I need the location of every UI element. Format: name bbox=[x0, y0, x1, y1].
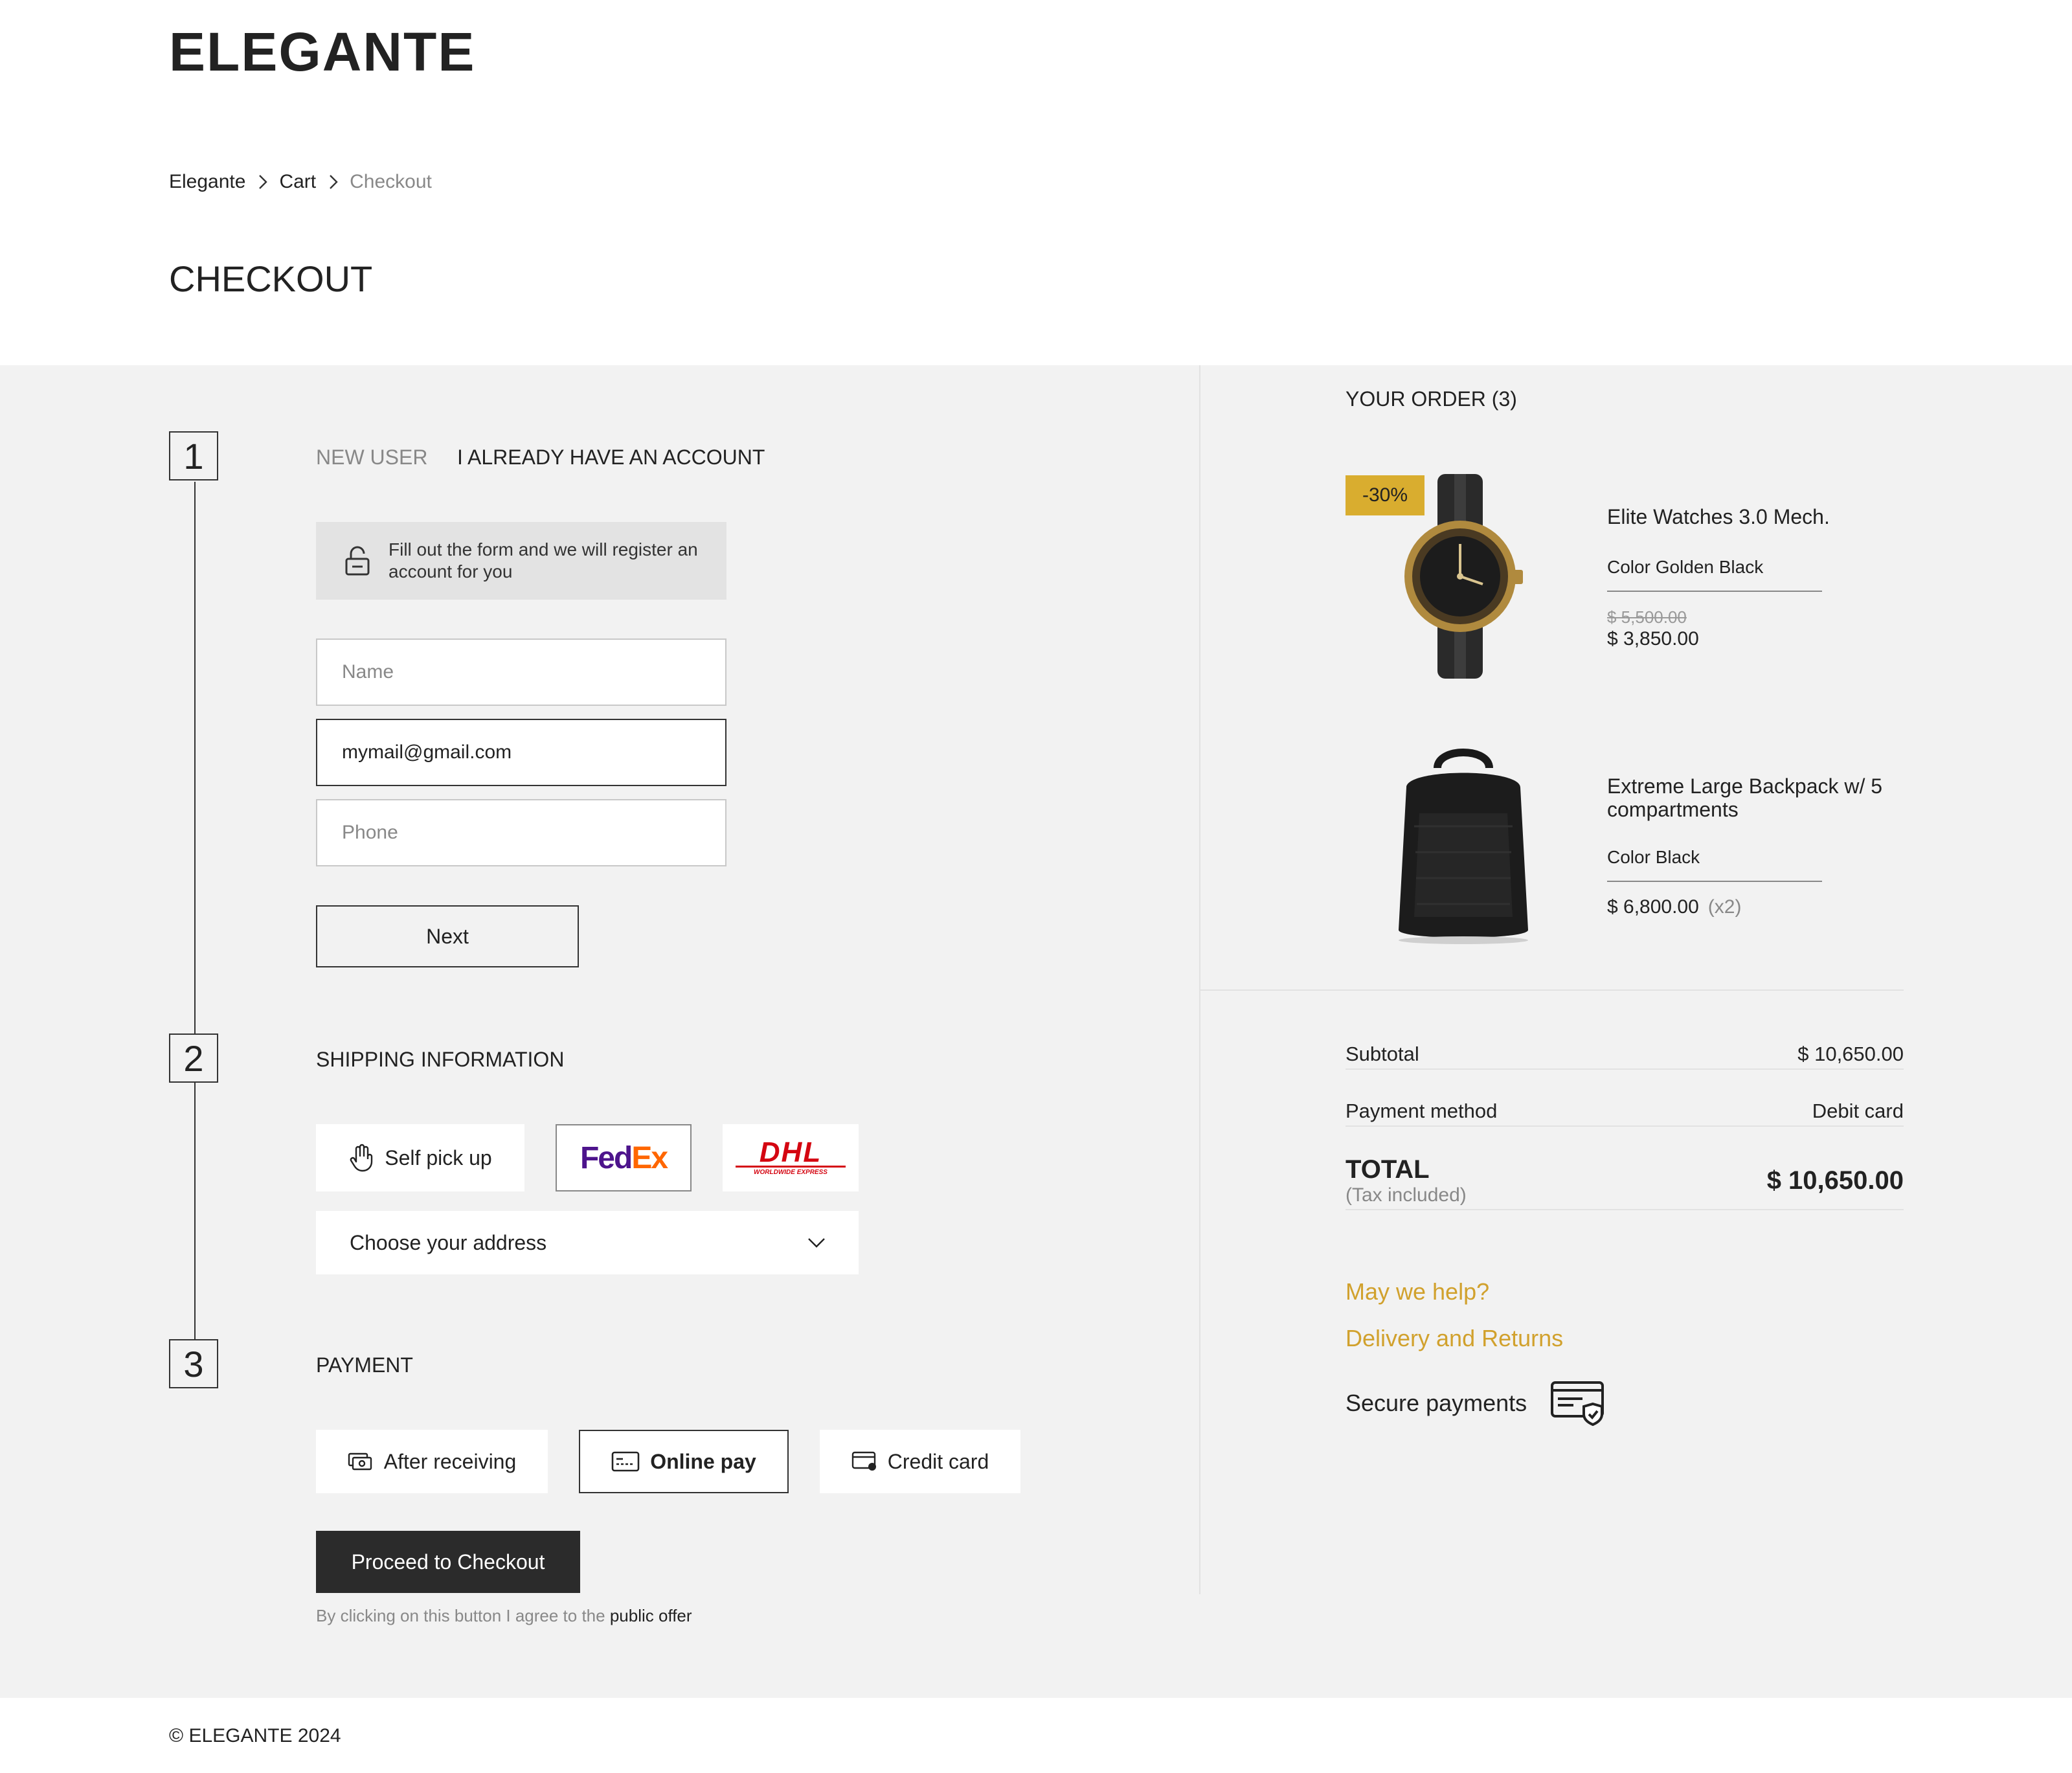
step-connector bbox=[194, 1083, 196, 1339]
payment-option-credit-card[interactable]: Credit card bbox=[820, 1430, 1020, 1493]
secure-card-icon bbox=[1551, 1381, 1605, 1426]
payment-option-after-receiving[interactable]: After receiving bbox=[316, 1430, 548, 1493]
payment-method-label: Payment method bbox=[1346, 1100, 1498, 1122]
proceed-to-checkout-button[interactable]: Proceed to Checkout bbox=[316, 1531, 580, 1593]
product-color: Color Black bbox=[1607, 847, 1822, 882]
fedex-logo-ex: Ex bbox=[631, 1140, 668, 1175]
column-divider bbox=[1199, 365, 1200, 1594]
address-select-value: Choose your address bbox=[350, 1230, 547, 1254]
total-row: TOTAL (Tax included) $ 10,650.00 bbox=[1346, 1155, 1904, 1210]
tab-have-account[interactable]: I ALREADY HAVE AN ACCOUNT bbox=[457, 446, 765, 469]
brand-logo[interactable]: ELEGANTE bbox=[169, 21, 475, 84]
secure-payments-label: Secure payments bbox=[1346, 1390, 1527, 1416]
dhl-logo: DHL bbox=[759, 1136, 822, 1168]
product-quantity: (x2) bbox=[1707, 896, 1742, 918]
email-field[interactable] bbox=[316, 719, 726, 786]
card-icon bbox=[611, 1451, 640, 1472]
breadcrumb-item-home[interactable]: Elegante bbox=[169, 171, 245, 193]
register-notice: Fill out the form and we will register a… bbox=[316, 522, 726, 600]
phone-field[interactable] bbox=[316, 799, 726, 866]
dhl-logo-sub: WORLDWIDE EXPRESS bbox=[736, 1166, 846, 1176]
name-field[interactable] bbox=[316, 638, 726, 706]
total-label: TOTAL bbox=[1346, 1155, 1430, 1184]
order-divider bbox=[1199, 989, 1904, 991]
total-label-group: TOTAL (Tax included) bbox=[1346, 1155, 1467, 1206]
product-price: $ 6,800.00 bbox=[1607, 896, 1699, 918]
fedex-logo: FedEx bbox=[580, 1140, 668, 1176]
payment-title: PAYMENT bbox=[316, 1353, 413, 1377]
breadcrumb-current: Checkout bbox=[350, 171, 432, 192]
credit-card-label: Credit card bbox=[887, 1449, 989, 1473]
tax-note: (Tax included) bbox=[1346, 1184, 1467, 1206]
shipping-title: SHIPPING INFORMATION bbox=[316, 1048, 565, 1071]
after-receiving-label: After receiving bbox=[383, 1449, 517, 1473]
breadcrumb: Elegante Cart Checkout bbox=[169, 171, 432, 193]
cash-icon bbox=[348, 1452, 372, 1471]
next-button[interactable]: Next bbox=[316, 905, 579, 967]
online-pay-label: Online pay bbox=[650, 1449, 756, 1473]
product-old-price: $ 5,500.00 bbox=[1607, 607, 1687, 627]
self-pickup-label: Self pick up bbox=[385, 1146, 492, 1169]
subtotal-value: $ 10,650.00 bbox=[1797, 1043, 1904, 1065]
unlock-icon bbox=[345, 546, 370, 576]
subtotal-row: Subtotal $ 10,650.00 bbox=[1346, 1043, 1904, 1070]
payment-method-row: Payment method Debit card bbox=[1346, 1100, 1904, 1127]
footer-copyright: © ELEGANTE 2024 bbox=[169, 1725, 341, 1746]
hand-icon bbox=[350, 1144, 373, 1172]
product-price: $ 3,850.00 bbox=[1607, 628, 1699, 649]
payment-method-value: Debit card bbox=[1812, 1100, 1904, 1122]
public-offer-link[interactable]: public offer bbox=[610, 1606, 692, 1625]
breadcrumb-item-cart[interactable]: Cart bbox=[279, 171, 316, 193]
product-price-line: $ 6,800.00 (x2) bbox=[1607, 896, 1741, 918]
shipping-option-dhl[interactable]: DHL WORLDWIDE EXPRESS bbox=[723, 1124, 859, 1191]
total-value: $ 10,650.00 bbox=[1766, 1166, 1904, 1195]
order-title: YOUR ORDER (3) bbox=[1346, 387, 1517, 411]
page-title: CHECKOUT bbox=[169, 258, 373, 299]
subtotal-label: Subtotal bbox=[1346, 1043, 1419, 1065]
discount-badge: -30% bbox=[1346, 475, 1424, 515]
product-image-backpack[interactable] bbox=[1380, 742, 1546, 948]
product-name[interactable]: Extreme Large Backpack w/ 5 compartments bbox=[1607, 774, 1905, 821]
delivery-returns-link[interactable]: Delivery and Returns bbox=[1346, 1325, 1563, 1352]
shipping-option-fedex[interactable]: FedEx bbox=[556, 1124, 692, 1191]
product-name[interactable]: Elite Watches 3.0 Mech. bbox=[1607, 505, 1905, 528]
agreement-note: By clicking on this button I agree to th… bbox=[316, 1606, 692, 1626]
step-1-marker: 1 bbox=[169, 431, 218, 480]
help-link[interactable]: May we help? bbox=[1346, 1278, 1489, 1305]
tab-new-user[interactable]: NEW USER bbox=[316, 446, 427, 469]
address-select[interactable]: Choose your address bbox=[316, 1211, 859, 1274]
agreement-text: By clicking on this button I agree to th… bbox=[316, 1606, 610, 1625]
shipping-option-self-pickup[interactable]: Self pick up bbox=[316, 1124, 524, 1191]
credit-card-icon bbox=[851, 1451, 876, 1471]
secure-payments: Secure payments bbox=[1346, 1381, 1608, 1426]
fedex-logo-fed: Fed bbox=[580, 1140, 633, 1175]
notice-text: Fill out the form and we will register a… bbox=[388, 539, 698, 582]
step-2-marker: 2 bbox=[169, 1033, 218, 1083]
chevron-right-icon bbox=[259, 175, 268, 189]
chevron-right-icon bbox=[330, 175, 338, 189]
product-color: Color Golden Black bbox=[1607, 557, 1822, 592]
chevron-down-icon bbox=[808, 1238, 825, 1248]
step-3-marker: 3 bbox=[169, 1339, 218, 1388]
step-connector bbox=[194, 482, 196, 1033]
payment-option-online-pay[interactable]: Online pay bbox=[579, 1430, 789, 1493]
